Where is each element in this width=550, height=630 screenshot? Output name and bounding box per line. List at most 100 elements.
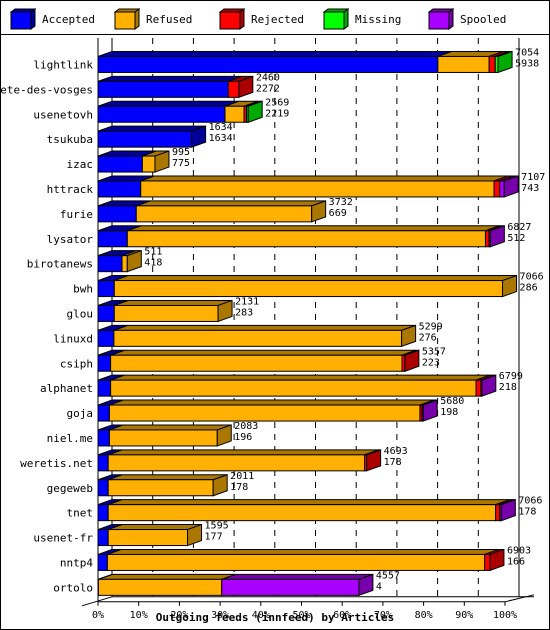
bar-group-birotanews: [97, 249, 142, 273]
bar-top-refused: [136, 200, 326, 207]
bar-group-izac: [97, 150, 170, 173]
x-tick-label: 90%: [455, 610, 473, 621]
bar-segment-refused: [126, 230, 486, 248]
bar-top-refused: [108, 449, 379, 456]
value-label-accepted: 1634: [209, 133, 233, 144]
category-label: usenet-fr: [33, 532, 93, 545]
bar-segment-accepted: [97, 205, 137, 223]
bar-segment-refused: [108, 429, 218, 447]
value-label-total: 6903: [507, 545, 531, 556]
bar-segment-accepted: [97, 479, 109, 497]
bar-segment-refused: [108, 404, 421, 422]
bar-segment-accepted: [97, 504, 109, 522]
value-label-accepted: 286: [520, 283, 538, 294]
category-label: weretis.net: [20, 457, 93, 470]
bar-segment-spooled: [221, 578, 360, 596]
x-tick-label: 80%: [415, 610, 433, 621]
bar-segment-refused: [110, 379, 477, 397]
bar-segment-refused: [113, 329, 403, 347]
bar-top-refused: [113, 324, 416, 331]
bar-segment-refused: [107, 504, 497, 522]
bar-top-refused: [109, 424, 232, 431]
bar-top-refused: [109, 399, 435, 406]
value-label-total: 2460: [256, 72, 280, 83]
value-label-accepted: 669: [329, 208, 347, 219]
bar-group-alphanet: [97, 374, 497, 397]
category-label: glou: [67, 307, 94, 320]
category-label: gegeweb: [47, 482, 93, 495]
bar-segment-refused: [107, 529, 189, 547]
value-label-accepted: 178: [230, 482, 248, 493]
bar-segment-refused: [97, 578, 223, 596]
bar-segment-accepted: [97, 180, 142, 198]
bar-top-refused: [114, 299, 233, 306]
value-label-total: 5357: [422, 346, 446, 357]
value-label-accepted: 418: [144, 258, 162, 269]
x-tick-label: 100%: [493, 610, 517, 621]
bar-segment-accepted: [97, 155, 143, 173]
bar-group-usenet-fr: [97, 523, 203, 547]
bar-segment-accepted: [97, 105, 226, 123]
bar-segment-refused: [437, 55, 490, 73]
bar-segment-accepted: [97, 354, 112, 372]
bar-segment-rejected: [227, 80, 240, 98]
category-label: tnet: [67, 507, 94, 520]
bar-top-accepted: [97, 50, 453, 57]
bar-group-usenetovh: [97, 100, 263, 123]
bar-segment-accepted: [97, 454, 109, 472]
category-label: bwh: [73, 283, 93, 296]
bar-group-tsukuba: [97, 125, 207, 148]
value-label-total: 6799: [499, 371, 523, 382]
value-label-total: 2011: [230, 471, 254, 482]
bar-segment-rejected: [495, 504, 501, 522]
value-label-accepted: 4: [376, 581, 382, 592]
value-label-total: 511: [144, 247, 162, 258]
category-label: ortolo: [53, 581, 93, 594]
bar-top-accepted: [97, 100, 240, 107]
category-label: nntp4: [60, 556, 93, 569]
category-label: tsukuba: [47, 133, 93, 146]
value-label-total: 5299: [419, 321, 443, 332]
bar-segment-spooled: [499, 180, 505, 198]
value-label-accepted: 178: [518, 507, 536, 518]
bar-group-furie: [97, 200, 327, 223]
value-label-total: 5680: [440, 396, 464, 407]
category-label: usenetovh: [33, 108, 93, 121]
bar-group-ortolo: [97, 573, 374, 597]
bar-segment-accepted: [97, 553, 108, 571]
value-label-accepted: 512: [507, 233, 525, 244]
bar-top-refused: [140, 175, 509, 182]
value-label-accepted: 5938: [515, 58, 539, 69]
category-label: linuxd: [53, 332, 93, 345]
bar-top-refused: [108, 474, 228, 481]
value-label-accepted: 223: [422, 357, 440, 368]
bar-segment-accepted: [97, 80, 229, 98]
bar-segment-accepted: [97, 280, 115, 298]
bar-segment-refused: [106, 553, 486, 571]
category-label: lysator: [47, 233, 94, 246]
category-label: alphanet: [40, 382, 93, 395]
stacked-bar-chart: 0% 10% 20% 30% 40% 50% 60% 70% 80% 90% 100% lightl…: [0, 38, 545, 624]
bar-group-goja: [97, 399, 438, 422]
bar-group-tnet: [97, 498, 516, 522]
bar-group-nntp4: [97, 548, 505, 572]
value-label-total: 995: [172, 147, 190, 158]
value-label-accepted: 177: [205, 532, 223, 543]
bar-top-refused: [107, 548, 499, 555]
bar-top-refused: [110, 349, 417, 356]
bar-segment-refused: [107, 479, 214, 497]
bar-segment-accepted: [97, 230, 128, 248]
bar-group-bete-des-vosges: [97, 75, 254, 99]
bar-segment-rejected: [475, 379, 482, 397]
value-label-accepted: 2272: [256, 83, 280, 94]
bar-segment-accepted: [97, 130, 193, 148]
bar-segment-accepted: [97, 55, 439, 73]
bar-group-weretis.net: [97, 449, 382, 472]
bar-segment-rejected: [493, 180, 501, 198]
bar-segment-refused: [110, 354, 403, 372]
bar-top-accepted: [97, 125, 206, 132]
value-label-accepted: 743: [521, 183, 539, 194]
value-label-total: 4693: [384, 446, 408, 457]
bar-segment-accepted: [97, 429, 110, 447]
bar-segment-refused: [107, 454, 366, 472]
